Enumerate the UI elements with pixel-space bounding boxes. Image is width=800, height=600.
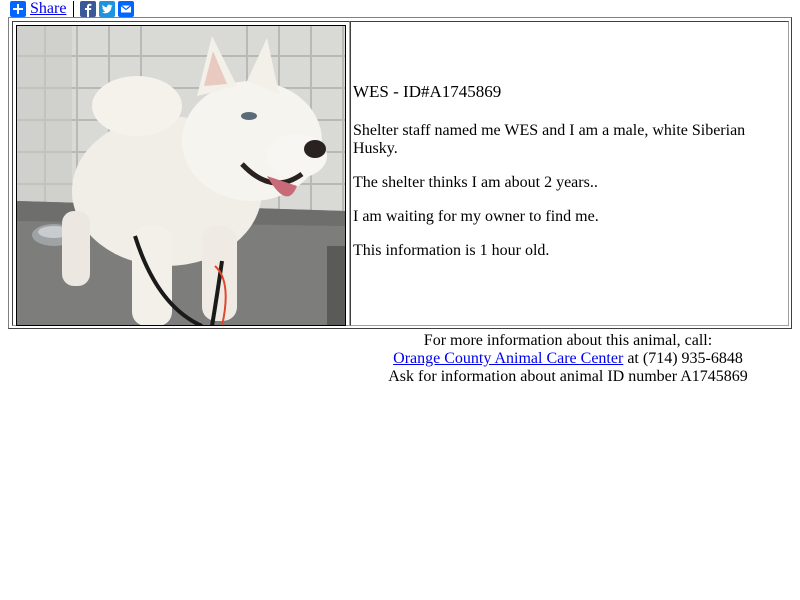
description-age: The shelter thinks I am about 2 years.. (353, 174, 598, 191)
animal-title: WES - ID#A1745869 (353, 82, 502, 101)
contact-line: Orange County Animal Care Center at (714… (340, 350, 796, 368)
facebook-icon[interactable] (80, 1, 97, 17)
contact-info: For more information about this animal, … (340, 332, 796, 386)
phone-text: at (714) 935-6848 (623, 350, 743, 367)
animal-photo[interactable] (16, 25, 346, 326)
details-cell: WES - ID#A1745869 Shelter staff named me… (350, 21, 789, 326)
plus-icon[interactable] (10, 1, 26, 17)
share-bar: Share (10, 1, 135, 17)
twitter-icon[interactable] (99, 1, 116, 17)
contact-intro: For more information about this animal, … (423, 332, 713, 349)
description-freshness: This information is 1 hour old. (353, 242, 550, 259)
ask-text: Ask for information about animal ID numb… (388, 368, 748, 385)
details-content: WES - ID#A1745869 Shelter staff named me… (353, 82, 783, 276)
animal-table: WES - ID#A1745869 Shelter staff named me… (8, 17, 792, 329)
share-link[interactable]: Share (30, 1, 66, 17)
description-status: I am waiting for my owner to find me. (353, 208, 599, 225)
description-name: Shelter staff named me WES and I am a ma… (353, 122, 746, 157)
share-divider (73, 1, 75, 17)
email-icon[interactable] (118, 1, 135, 17)
photo-cell (12, 21, 350, 326)
shelter-link[interactable]: Orange County Animal Care Center (393, 350, 623, 367)
